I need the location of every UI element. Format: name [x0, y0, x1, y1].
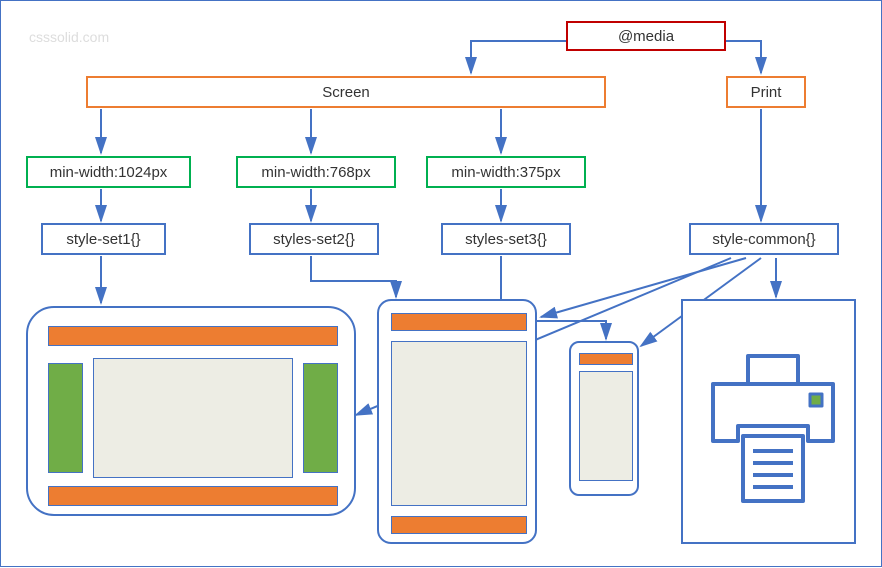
desktop-right-col: [303, 363, 338, 473]
tablet-content: [391, 341, 527, 506]
node-bp3-label: min-width:375px: [451, 164, 560, 181]
device-tablet: [377, 299, 537, 544]
node-styleset-1: style-set1{}: [41, 223, 166, 255]
node-ss1-label: style-set1{}: [66, 231, 140, 248]
device-phone: [569, 341, 639, 496]
node-bp1-label: min-width:1024px: [50, 164, 168, 181]
watermark: csssolid.com: [29, 29, 109, 45]
printer-icon: [683, 301, 858, 546]
tablet-footer-bar: [391, 516, 527, 534]
node-ss3-label: styles-set3{}: [465, 231, 547, 248]
node-media: @media: [566, 21, 726, 51]
node-screen: Screen: [86, 76, 606, 108]
device-desktop: [26, 306, 356, 516]
desktop-header-bar: [48, 326, 338, 346]
tablet-header-bar: [391, 313, 527, 331]
node-ss2-label: styles-set2{}: [273, 231, 355, 248]
node-common-label: style-common{}: [712, 231, 815, 248]
desktop-footer-bar: [48, 486, 338, 506]
node-bp2-label: min-width:768px: [261, 164, 370, 181]
diagram-canvas: csssolid.com: [0, 0, 882, 567]
desktop-left-col: [48, 363, 83, 473]
node-styleset-3: styles-set3{}: [441, 223, 571, 255]
node-bp-375: min-width:375px: [426, 156, 586, 188]
node-media-label: @media: [618, 28, 674, 45]
node-style-common: style-common{}: [689, 223, 839, 255]
node-bp-768: min-width:768px: [236, 156, 396, 188]
node-screen-label: Screen: [322, 84, 370, 101]
device-print-page: [681, 299, 856, 544]
node-styleset-2: styles-set2{}: [249, 223, 379, 255]
node-print: Print: [726, 76, 806, 108]
phone-content: [579, 371, 633, 481]
phone-header-bar: [579, 353, 633, 365]
node-bp-1024: min-width:1024px: [26, 156, 191, 188]
node-print-label: Print: [751, 84, 782, 101]
desktop-content: [93, 358, 293, 478]
